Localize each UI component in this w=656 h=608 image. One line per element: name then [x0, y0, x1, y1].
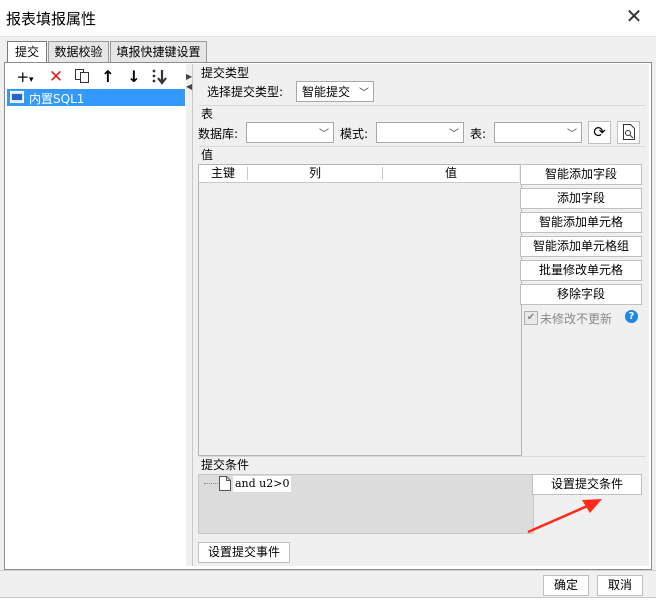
schema-label: 模式:: [340, 127, 369, 141]
column-header-column[interactable]: 列: [249, 165, 381, 182]
close-icon[interactable]: ✕: [624, 6, 644, 26]
sort-icon[interactable]: [150, 68, 170, 86]
table-select[interactable]: ﹀: [494, 122, 582, 143]
title-bar: [0, 0, 656, 37]
divider: [199, 456, 645, 457]
column-separator: [382, 167, 383, 180]
cancel-button[interactable]: 取消: [597, 575, 643, 596]
smart-add-field-button[interactable]: 智能添加字段: [520, 164, 642, 185]
annotation-arrow-icon: [527, 499, 602, 534]
chevron-down-icon: ﹀: [359, 88, 369, 99]
expand-arrow-icon[interactable]: ◀: [186, 82, 192, 91]
list-item-label: 内置SQL1: [29, 92, 85, 106]
smart-add-cell-group-button[interactable]: 智能添加单元格组: [520, 236, 642, 257]
table-label: 表:: [470, 127, 487, 141]
window-title: 报表填报属性: [6, 10, 97, 28]
ok-button[interactable]: 确定: [543, 575, 589, 596]
no-update-label: 未修改不更新: [540, 312, 613, 326]
column-header-value[interactable]: 值: [384, 165, 518, 182]
chevron-down-icon: ﹀: [449, 129, 459, 140]
preview-icon[interactable]: [617, 121, 640, 144]
column-separator: [247, 167, 248, 180]
no-update-checkbox[interactable]: ✔: [524, 311, 538, 325]
chevron-down-icon: ﹀: [319, 129, 329, 140]
remove-field-button[interactable]: 移除字段: [520, 284, 642, 305]
field-table: [198, 164, 522, 456]
delete-icon[interactable]: ✕: [47, 68, 65, 86]
sql-item-icon: [10, 91, 24, 106]
conditions-section-title: 提交条件: [201, 458, 250, 472]
database-label: 数据库:: [198, 127, 239, 141]
bottom-strip: [0, 597, 656, 608]
set-submit-condition-button[interactable]: 设置提交条件: [532, 474, 642, 495]
tab-submit[interactable]: 提交: [7, 41, 47, 64]
move-up-icon[interactable]: ↑: [99, 68, 117, 86]
submit-type-label: 选择提交类型:: [207, 85, 284, 99]
submit-type-select[interactable]: 智能提交 ﹀: [296, 81, 374, 102]
tab-shortcut-settings[interactable]: 填报快捷键设置: [110, 41, 207, 63]
condition-item-label[interactable]: and u2>0: [233, 476, 292, 492]
splitter[interactable]: ▶ ◀: [186, 64, 193, 566]
values-section-title: 值: [201, 148, 214, 162]
divider: [199, 105, 645, 106]
smart-add-cell-button[interactable]: 智能添加单元格: [520, 212, 642, 233]
database-select[interactable]: ﹀: [246, 122, 334, 143]
condition-item-icon: [219, 476, 231, 494]
tree-line: [204, 483, 218, 485]
column-header-key[interactable]: 主键: [199, 165, 247, 182]
left-panel: [6, 64, 187, 566]
refresh-icon[interactable]: ⟳: [588, 121, 611, 144]
collapse-arrow-icon[interactable]: ▶: [186, 72, 192, 81]
move-down-icon[interactable]: ↓: [125, 68, 143, 86]
list-item[interactable]: 内置SQL1: [7, 89, 185, 106]
divider: [199, 146, 645, 147]
chevron-down-icon: ﹀: [567, 129, 577, 140]
set-submit-event-button[interactable]: 设置提交事件: [198, 542, 290, 563]
batch-edit-cell-button[interactable]: 批量修改单元格: [520, 260, 642, 281]
footer-divider: [0, 570, 656, 571]
add-field-button[interactable]: 添加字段: [520, 188, 642, 209]
schema-select[interactable]: ﹀: [376, 122, 464, 143]
submit-type-value: 智能提交: [302, 85, 351, 99]
submit-type-title: 提交类型: [201, 66, 250, 80]
tab-data-validation[interactable]: 数据校验: [48, 41, 109, 63]
copy-icon[interactable]: [73, 68, 91, 86]
table-section-title: 表: [201, 107, 214, 121]
help-icon[interactable]: ?: [625, 310, 638, 323]
add-dropdown-icon[interactable]: +▾: [12, 68, 38, 86]
